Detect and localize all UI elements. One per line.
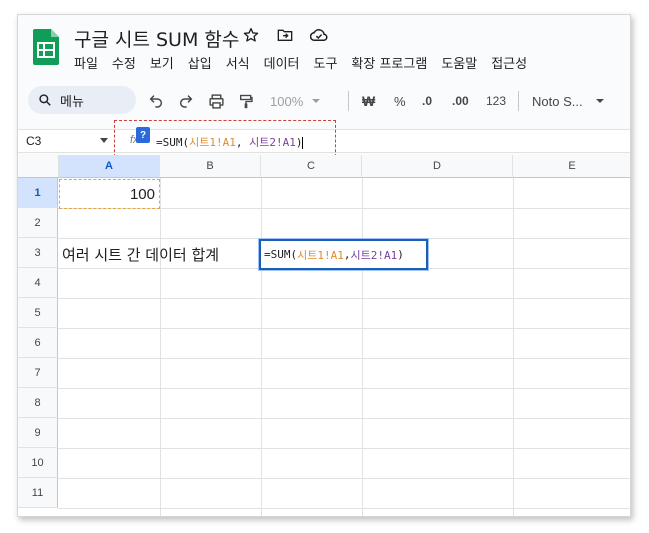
increase-decimal-button[interactable]: .00 — [452, 91, 469, 111]
row-header-5[interactable]: 5 — [18, 298, 58, 328]
row-header-1[interactable]: 1 — [18, 178, 58, 208]
cell-formula-ref-1: 시트1!A1 — [297, 248, 344, 262]
column-header-e[interactable]: E — [513, 155, 630, 178]
menu-search[interactable]: 메뉴 — [28, 86, 136, 114]
grid-line — [58, 508, 630, 509]
redo-icon[interactable] — [178, 91, 194, 111]
text-cursor — [302, 137, 304, 149]
menu-format[interactable]: 서식 — [226, 53, 250, 72]
sheets-logo-icon[interactable] — [33, 29, 59, 65]
grid-line — [58, 298, 630, 299]
chevron-down-icon — [312, 99, 321, 103]
grid-line — [261, 178, 262, 516]
column-header-b[interactable]: B — [160, 155, 261, 178]
row-header-9[interactable]: 9 — [18, 418, 58, 448]
column-header-d[interactable]: D — [362, 155, 513, 178]
cloud-saved-icon[interactable] — [309, 25, 329, 45]
menu-help[interactable]: 도움말 — [441, 53, 477, 72]
cell-a1[interactable]: 100 — [59, 179, 160, 209]
spreadsheet-grid[interactable]: A B C D E 1 2 3 4 5 6 7 8 9 10 11 100 여러… — [18, 155, 630, 516]
menu-file[interactable]: 파일 — [74, 53, 98, 72]
grid-line — [58, 388, 630, 389]
print-icon[interactable] — [208, 91, 225, 111]
menu-edit[interactable]: 수정 — [112, 53, 136, 72]
formula-input[interactable]: =SUM(시트1!A1, 시트2!A1) — [156, 134, 304, 150]
cell-formula-suffix: ) — [397, 248, 404, 261]
formula-bar: C3 fx ? =SUM(시트1!A1, 시트2!A1) — [18, 120, 630, 162]
formula-ref-1: 시트1!A1 — [189, 136, 236, 149]
cell-a3[interactable]: 여러 시트 간 데이터 합계 — [62, 239, 219, 269]
row-header-11[interactable]: 11 — [18, 478, 58, 508]
formula-ref-2: 시트2!A1 — [249, 136, 296, 149]
name-box[interactable]: C3 — [26, 134, 41, 148]
menu-bar: 파일 수정 보기 삽입 서식 데이터 도구 확장 프로그램 도움말 접근성 — [74, 53, 527, 72]
grid-line — [58, 418, 630, 419]
zoom-select[interactable]: 100% — [270, 91, 321, 111]
formula-help-icon[interactable]: ? — [136, 127, 150, 143]
decrease-decimal-button[interactable]: .0 — [422, 91, 432, 111]
row-header-3[interactable]: 3 — [18, 238, 58, 268]
column-header-a[interactable]: A — [59, 155, 160, 178]
paint-format-icon[interactable] — [238, 91, 254, 111]
increase-decimal-label: .00 — [452, 94, 469, 108]
row-header-2[interactable]: 2 — [18, 208, 58, 238]
undo-icon[interactable] — [148, 91, 164, 111]
font-value: Noto S... — [532, 93, 583, 109]
menu-insert[interactable]: 삽입 — [188, 53, 212, 72]
row-header-10[interactable]: 10 — [18, 448, 58, 478]
menu-tools[interactable]: 도구 — [314, 53, 338, 72]
grid-line — [160, 178, 161, 516]
grid-line — [513, 178, 514, 516]
chevron-down-icon[interactable] — [100, 138, 108, 143]
row-header-6[interactable]: 6 — [18, 328, 58, 358]
decrease-decimal-label: .0 — [422, 94, 433, 108]
column-header-c[interactable]: C — [261, 155, 362, 178]
select-all-corner[interactable] — [18, 155, 59, 178]
menu-extensions[interactable]: 확장 프로그램 — [351, 53, 427, 72]
document-title[interactable]: 구글 시트 SUM 함수 — [74, 25, 239, 52]
sheets-window: 구글 시트 SUM 함수 파일 수정 보기 삽입 서식 데이터 도구 확장 프로… — [17, 14, 631, 517]
zoom-value: 100% — [270, 93, 304, 109]
menu-accessibility[interactable]: 접근성 — [491, 53, 527, 72]
menu-data[interactable]: 데이터 — [264, 53, 300, 72]
grid-line — [58, 328, 630, 329]
cell-formula-prefix: =SUM( — [264, 248, 298, 261]
grid-line — [58, 448, 630, 449]
cell-c3-editor[interactable]: =SUM(시트1!A1, 시트2!A1) — [259, 239, 428, 270]
grid-line — [362, 178, 363, 516]
formula-prefix: =SUM( — [156, 136, 190, 149]
font-select[interactable]: Noto S... — [532, 91, 605, 111]
chevron-down-icon — [595, 99, 604, 103]
cell-formula-separator: , — [343, 248, 351, 261]
formula-separator: , — [235, 136, 250, 149]
menu-search-label: 메뉴 — [60, 94, 84, 110]
grid-line — [58, 478, 630, 479]
currency-format-button[interactable]: ₩ — [362, 91, 375, 111]
row-header-7[interactable]: 7 — [18, 358, 58, 388]
number-format-button[interactable]: 123 — [486, 91, 506, 111]
grid-line — [58, 358, 630, 359]
toolbar-divider — [518, 91, 519, 111]
row-header-4[interactable]: 4 — [18, 268, 58, 298]
star-icon[interactable] — [241, 25, 261, 45]
move-folder-icon[interactable] — [275, 25, 295, 45]
menu-view[interactable]: 보기 — [150, 53, 174, 72]
toolbar: 메뉴 100% ₩ % .0 .00 123 Noto S... — [18, 85, 630, 121]
cell-formula-ref-2: 시트2!A1 — [350, 248, 398, 262]
percent-format-button[interactable]: % — [394, 91, 406, 111]
search-icon — [39, 94, 51, 106]
title-actions — [241, 25, 329, 45]
formula-suffix: ) — [295, 136, 303, 149]
row-header-8[interactable]: 8 — [18, 388, 58, 418]
toolbar-divider — [348, 91, 349, 111]
